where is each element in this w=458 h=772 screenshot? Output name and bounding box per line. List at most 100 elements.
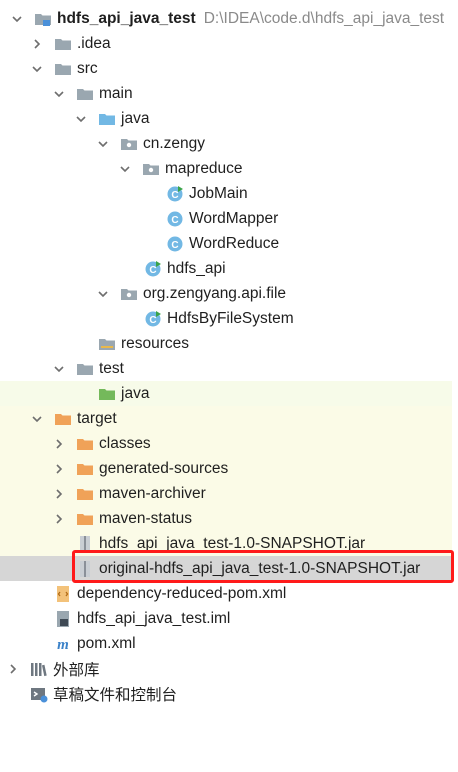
pom-label: pom.xml [77, 634, 136, 652]
chevron-down-icon[interactable] [74, 112, 88, 126]
tree-node-iml[interactable]: hdfs_api_java_test.iml [0, 606, 452, 631]
tree-node-wordreduce[interactable]: C WordReduce [0, 231, 452, 256]
library-icon [30, 660, 48, 678]
chevron-right-icon[interactable] [6, 662, 20, 676]
classes-label: classes [99, 434, 151, 452]
resources-label: resources [121, 334, 190, 352]
scratches-label: 草稿文件和控制台 [53, 686, 178, 704]
tree-node-idea[interactable]: .idea [0, 31, 452, 56]
hdfs-api-label: hdfs_api [167, 259, 226, 277]
jobmain-label: JobMain [189, 184, 248, 202]
jar-file-icon [76, 560, 94, 578]
chevron-down-icon[interactable] [52, 362, 66, 376]
maven-status-label: maven-status [99, 509, 193, 527]
wordmapper-label: WordMapper [189, 209, 279, 227]
tree-node-hdfs-api[interactable]: C hdfs_api [0, 256, 452, 281]
chevron-down-icon[interactable] [96, 137, 110, 151]
main-label: main [99, 84, 133, 102]
test-label: test [99, 359, 124, 377]
package-icon [120, 285, 138, 303]
excluded-folder-icon [76, 485, 94, 503]
xml-file-icon [54, 585, 72, 603]
tree-node-package-org[interactable]: org.zengyang.api.file [0, 281, 452, 306]
tree-node-generated-sources[interactable]: generated-sources [0, 456, 452, 481]
tree-node-resources[interactable]: resources [0, 331, 452, 356]
chevron-down-icon[interactable] [30, 62, 44, 76]
tree-node-maven-status[interactable]: maven-status [0, 506, 452, 531]
chevron-right-icon[interactable] [52, 437, 66, 451]
tree-node-original-jar[interactable]: original-hdfs_api_java_test-1.0-SNAPSHOT… [0, 556, 452, 581]
module-folder-icon [34, 10, 52, 28]
tree-node-jobmain[interactable]: C JobMain [0, 181, 452, 206]
package-icon [142, 160, 160, 178]
runnable-class-icon: C [166, 185, 184, 203]
tree-node-jar[interactable]: hdfs_api_java_test-1.0-SNAPSHOT.jar [0, 531, 452, 556]
chevron-right-icon[interactable] [52, 462, 66, 476]
chevron-right-icon[interactable] [52, 512, 66, 526]
excluded-folder-icon [76, 435, 94, 453]
tree-node-project-root[interactable]: hdfs_api_java_test D:\IDEA\code.d\hdfs_a… [0, 6, 452, 31]
dep-pom-label: dependency-reduced-pom.xml [77, 584, 287, 602]
java-test-label: java [121, 384, 150, 402]
class-icon: C [166, 210, 184, 228]
tree-node-pom[interactable]: m pom.xml [0, 631, 452, 656]
chevron-down-icon[interactable] [10, 12, 24, 26]
tree-node-dependency-reduced-pom[interactable]: dependency-reduced-pom.xml [0, 581, 452, 606]
jar-label: hdfs_api_java_test-1.0-SNAPSHOT.jar [99, 534, 366, 552]
java-main-label: java [121, 109, 150, 127]
iml-label: hdfs_api_java_test.iml [77, 609, 231, 627]
folder-icon [76, 360, 94, 378]
folder-icon [76, 85, 94, 103]
tree-node-maven-archiver[interactable]: maven-archiver [0, 481, 452, 506]
tree-node-external-libraries[interactable]: 外部库 [0, 656, 452, 681]
svg-text:C: C [171, 240, 178, 251]
resources-folder-icon [98, 335, 116, 353]
pkg-mapreduce-label: mapreduce [165, 159, 243, 177]
tree-node-hdfsbyfilesystem[interactable]: C HdfsByFileSystem [0, 306, 452, 331]
scratches-icon [30, 685, 48, 703]
target-label: target [77, 409, 117, 427]
excluded-folder-icon [76, 510, 94, 528]
folder-icon [54, 35, 72, 53]
folder-icon [54, 60, 72, 78]
chevron-down-icon[interactable] [118, 162, 132, 176]
tree-node-scratches[interactable]: 草稿文件和控制台 [0, 681, 452, 706]
excluded-folder-icon [54, 410, 72, 428]
svg-text:C: C [171, 190, 178, 201]
wordreduce-label: WordReduce [189, 234, 280, 252]
runnable-class-icon: C [144, 260, 162, 278]
excluded-folder-icon [76, 460, 94, 478]
class-icon: C [166, 235, 184, 253]
svg-text:m: m [57, 637, 69, 653]
tree-node-src[interactable]: src [0, 56, 452, 81]
tree-node-package-mapreduce[interactable]: mapreduce [0, 156, 452, 181]
external-libs-label: 外部库 [53, 661, 100, 679]
chevron-down-icon[interactable] [30, 412, 44, 426]
idea-label: .idea [77, 34, 111, 52]
maven-icon: m [54, 635, 72, 653]
pkg-org-label: org.zengyang.api.file [143, 284, 287, 302]
source-folder-icon [98, 110, 116, 128]
test-source-folder-icon [98, 385, 116, 403]
runnable-class-icon: C [144, 310, 162, 328]
maven-archiver-label: maven-archiver [99, 484, 206, 502]
tree-node-main[interactable]: main [0, 81, 452, 106]
tree-node-target[interactable]: target [0, 406, 452, 431]
module-file-icon [54, 610, 72, 628]
svg-text:C: C [149, 265, 156, 276]
chevron-down-icon[interactable] [52, 87, 66, 101]
jar-file-icon [76, 535, 94, 553]
hdfsbyfilesystem-label: HdfsByFileSystem [167, 309, 294, 327]
tree-node-java-test[interactable]: java [0, 381, 452, 406]
tree-node-package-cn-zengy[interactable]: cn.zengy [0, 131, 452, 156]
tree-node-java-main[interactable]: java [0, 106, 452, 131]
tree-node-wordmapper[interactable]: C WordMapper [0, 206, 452, 231]
tree-node-test[interactable]: test [0, 356, 452, 381]
chevron-down-icon[interactable] [96, 287, 110, 301]
svg-text:C: C [149, 315, 156, 326]
generated-sources-label: generated-sources [99, 459, 229, 477]
original-jar-label: original-hdfs_api_java_test-1.0-SNAPSHOT… [99, 559, 421, 577]
tree-node-classes[interactable]: classes [0, 431, 452, 456]
chevron-right-icon[interactable] [30, 37, 44, 51]
chevron-right-icon[interactable] [52, 487, 66, 501]
